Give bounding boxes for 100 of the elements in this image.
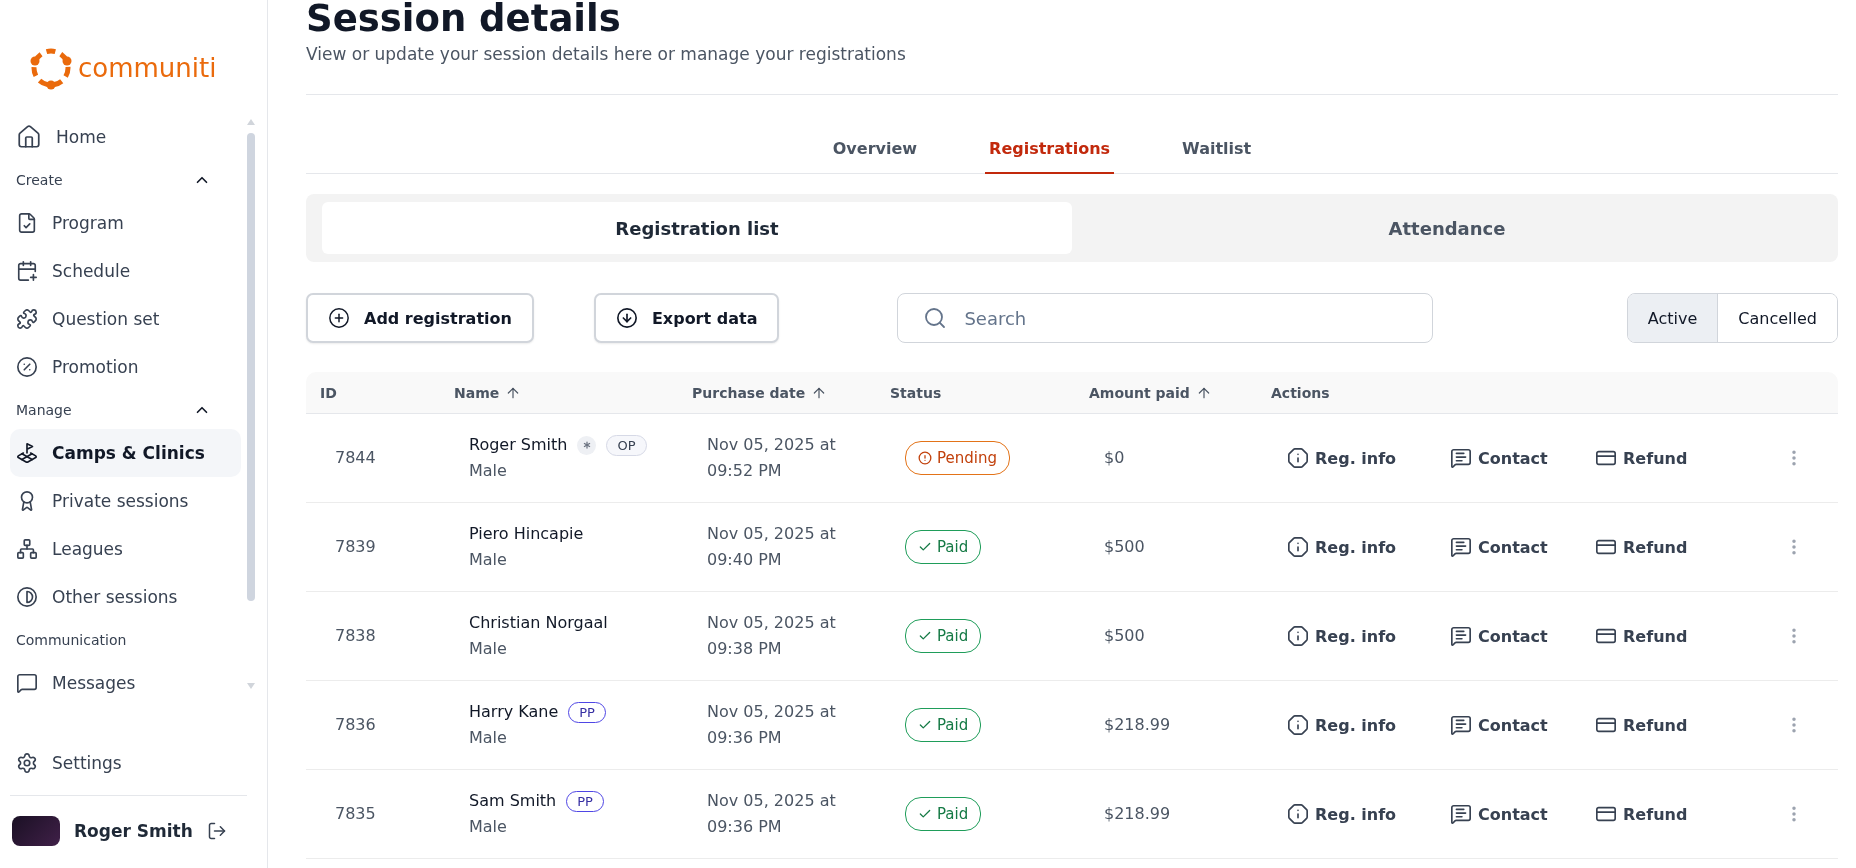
id-cell-text: 7836 bbox=[334, 714, 377, 736]
row-action-link[interactable]: Reg. info bbox=[1287, 625, 1450, 647]
row-action-link[interactable]: Refund bbox=[1595, 803, 1745, 825]
section-title: Create bbox=[16, 172, 63, 188]
status-badge: Paid bbox=[905, 530, 982, 564]
gender-text: Male bbox=[469, 460, 508, 482]
filter-toggle[interactable]: Cancelled bbox=[1717, 294, 1837, 342]
tab[interactable]: Registrations bbox=[985, 139, 1115, 174]
purchase-date: Nov 05, 2025 at 09:38 PM bbox=[706, 612, 837, 660]
page-title: Session details bbox=[306, 0, 622, 40]
column-header: Actions bbox=[1271, 384, 1330, 401]
purchase-date: Nov 05, 2025 at 09:52 PM bbox=[706, 434, 837, 482]
row-action-link[interactable]: Contact bbox=[1450, 714, 1595, 736]
gender-text: Male bbox=[469, 727, 508, 749]
check-icon bbox=[918, 718, 932, 732]
percent-icon bbox=[16, 356, 38, 378]
amount-cell-text: $0 bbox=[1103, 447, 1126, 469]
status-badge: Paid bbox=[905, 708, 982, 742]
check-icon bbox=[918, 629, 932, 643]
nav-item[interactable]: Settings bbox=[10, 739, 257, 787]
amount-cell-text: $500 bbox=[1103, 625, 1146, 647]
row-action-link[interactable]: Reg. info bbox=[1287, 714, 1450, 736]
message-icon bbox=[1450, 536, 1472, 558]
add-registration-button[interactable]: Add registration bbox=[306, 293, 534, 343]
purchase-date: Nov 05, 2025 at 09:40 PM bbox=[706, 523, 837, 571]
plus-circle-icon bbox=[328, 307, 350, 329]
message-icon bbox=[1450, 714, 1472, 736]
registrant-name: Roger Smith bbox=[469, 434, 568, 456]
registrant-name: Piero Hincapie bbox=[469, 523, 584, 545]
row-action-link[interactable]: Refund bbox=[1595, 536, 1745, 558]
column-header[interactable]: Amount paid bbox=[1089, 384, 1190, 401]
message-icon bbox=[1450, 447, 1472, 469]
registrant-name: Christian Norgaal bbox=[469, 612, 608, 634]
registrant-name: Harry Kane bbox=[469, 701, 559, 723]
column-header: ID bbox=[320, 384, 337, 401]
status-badge: Paid bbox=[905, 797, 982, 831]
view-tab[interactable]: Attendance bbox=[1072, 202, 1822, 254]
settings-icon bbox=[16, 752, 38, 774]
check-icon bbox=[918, 540, 932, 554]
purchase-date: Nov 05, 2025 at 09:36 PM bbox=[706, 701, 837, 749]
export-data-button[interactable]: Export data bbox=[593, 293, 780, 343]
row-action-link[interactable]: Contact bbox=[1450, 625, 1595, 647]
nav-item[interactable]: Messages bbox=[10, 659, 241, 707]
nav-item[interactable]: Promotion bbox=[10, 343, 241, 391]
column-header[interactable]: Name bbox=[454, 384, 500, 401]
document-check-icon bbox=[16, 212, 38, 234]
puzzle-icon bbox=[16, 308, 38, 330]
hierarchy-icon bbox=[16, 538, 38, 560]
info-octagon-icon bbox=[1287, 803, 1309, 825]
info-octagon-icon bbox=[1287, 447, 1309, 469]
nav-item[interactable]: Home bbox=[10, 113, 241, 161]
section-title: Communication bbox=[16, 632, 127, 648]
nav-item[interactable]: Leagues bbox=[10, 525, 241, 573]
row-action-link[interactable]: Reg. info bbox=[1287, 536, 1450, 558]
tab[interactable]: Waitlist bbox=[1178, 139, 1256, 174]
nav-item[interactable]: Program bbox=[10, 199, 241, 247]
tab[interactable]: Overview bbox=[828, 139, 922, 174]
search-field[interactable]: Search bbox=[897, 293, 1434, 343]
download-circle-icon bbox=[615, 307, 638, 329]
user-name: Roger Smith bbox=[74, 821, 193, 841]
gender-text: Male bbox=[469, 638, 508, 660]
id-cell-text: 7839 bbox=[334, 536, 377, 558]
avatar-logo-image bbox=[12, 816, 60, 846]
check-icon bbox=[918, 807, 932, 821]
row-action-link[interactable]: Contact bbox=[1450, 447, 1595, 469]
logout-icon[interactable] bbox=[206, 821, 227, 841]
search-icon bbox=[923, 306, 948, 330]
message-icon bbox=[16, 672, 38, 694]
amount-cell-text: $218.99 bbox=[1103, 714, 1172, 736]
nav-item[interactable]: Private sessions bbox=[10, 477, 241, 525]
page-subtitle: View or update your session details here or manage your registrations bbox=[306, 44, 907, 64]
column-header[interactable]: Purchase date bbox=[692, 384, 806, 401]
tag: OP bbox=[606, 434, 647, 456]
row-action-link[interactable]: Reg. info bbox=[1287, 803, 1450, 825]
id-cell-text: 7835 bbox=[334, 803, 377, 825]
calendar-plus-icon bbox=[16, 260, 38, 282]
status-badge: Pending bbox=[905, 441, 1010, 475]
filter-toggle[interactable]: Active bbox=[1627, 294, 1718, 342]
nav-item[interactable]: Camps & Clinics bbox=[10, 429, 241, 477]
row-action-link[interactable]: Reg. info bbox=[1287, 447, 1450, 469]
column-header: Status bbox=[890, 384, 942, 401]
row-action-link[interactable]: Refund bbox=[1595, 447, 1745, 469]
tag: PP bbox=[568, 701, 606, 723]
row-action-link[interactable]: Refund bbox=[1595, 625, 1745, 647]
row-action-link[interactable]: Refund bbox=[1595, 714, 1745, 736]
amount-cell-text: $500 bbox=[1103, 536, 1146, 558]
status-badge: Paid bbox=[905, 619, 982, 653]
row-action-link[interactable]: Contact bbox=[1450, 803, 1595, 825]
info-octagon-icon bbox=[1287, 625, 1309, 647]
purchase-date: Nov 05, 2025 at 09:36 PM bbox=[706, 790, 837, 838]
view-tab[interactable]: Registration list bbox=[322, 202, 1072, 254]
row-action-link[interactable]: Contact bbox=[1450, 536, 1595, 558]
brand-name: communiti bbox=[78, 52, 217, 83]
nav-item[interactable]: Schedule bbox=[10, 247, 241, 295]
tag: PP bbox=[566, 790, 604, 812]
amount-cell-text: $218.99 bbox=[1103, 803, 1172, 825]
nav-item[interactable]: Other sessions bbox=[10, 573, 241, 621]
nav-item[interactable]: Question set bbox=[10, 295, 241, 343]
message-icon bbox=[1450, 803, 1472, 825]
half-circle-icon bbox=[16, 586, 38, 608]
